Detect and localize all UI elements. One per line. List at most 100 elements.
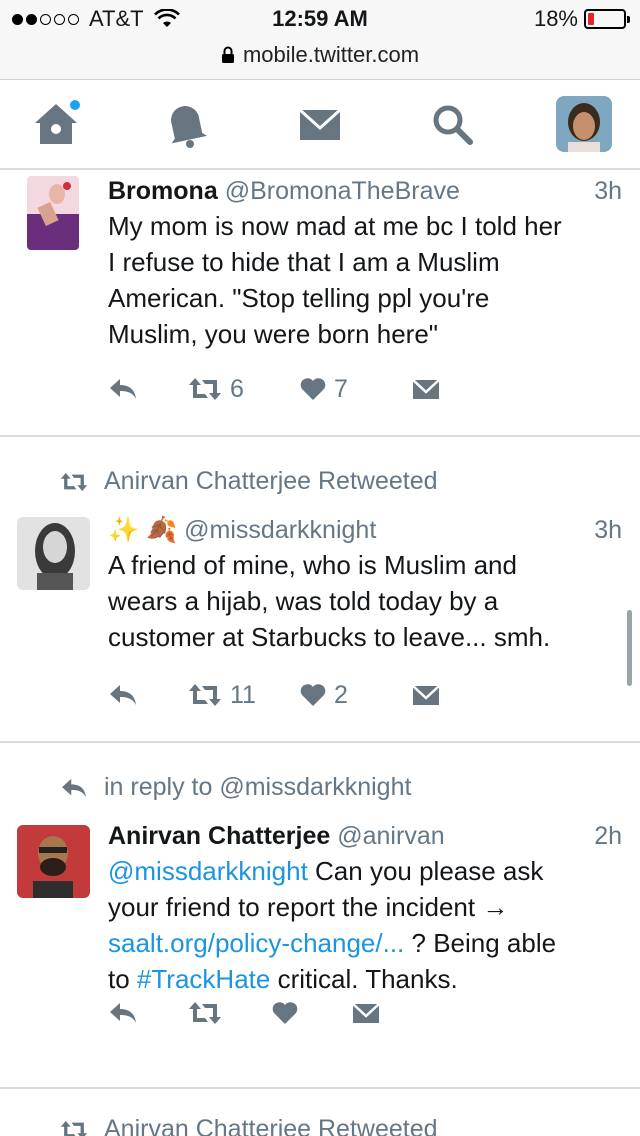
envelope-icon	[412, 379, 440, 399]
nav-notifications[interactable]	[158, 96, 214, 152]
nav-messages[interactable]	[292, 96, 348, 152]
tweet-timestamp[interactable]: 3h	[594, 513, 622, 547]
heart-icon	[300, 684, 326, 706]
tweet-fullname[interactable]: ✨ 🍂	[108, 516, 177, 544]
tweet[interactable]: Anirvan Chatterjee Retweeted ✨ 🍂 @missda…	[0, 437, 640, 743]
top-nav	[0, 80, 640, 170]
tweet-text-line: I refuse to hide that I am a Muslim	[108, 247, 500, 277]
tweet[interactable]: Bromona @BromonaTheBrave 3h My mom is no…	[0, 170, 640, 437]
tweet-text-line: My mom is now mad at me bc I told her	[108, 211, 562, 241]
status-bar: AT&T 12:59 AM 18% mobile.twitter.com	[0, 0, 640, 80]
battery-icon	[584, 9, 630, 29]
search-icon	[433, 105, 473, 145]
reply-icon	[110, 1003, 136, 1023]
tweet-text-line: to #TrackHate critical. Thanks.	[108, 961, 622, 997]
tweet-text-line: A friend of mine, who is Muslim and	[108, 550, 517, 580]
tweet-actions: 11 2	[108, 675, 440, 715]
tweet-header: Bromona @BromonaTheBrave 3h	[108, 174, 622, 208]
retweet-context-text[interactable]: Anirvan Chatterjee Retweeted	[104, 467, 438, 496]
bell-icon	[171, 106, 207, 148]
tweet-context: in reply to @missdarkknight	[60, 773, 411, 802]
nav-profile[interactable]	[556, 96, 612, 152]
retweet-icon	[189, 1002, 221, 1024]
tweet-context: Anirvan Chatterjee Retweeted	[60, 1115, 438, 1136]
avatar[interactable]	[17, 517, 90, 590]
tweet-text-line: customer at Starbucks to leave... smh.	[108, 622, 551, 652]
avatar	[556, 96, 612, 152]
direct-message-button[interactable]	[412, 684, 440, 706]
retweet-icon	[189, 684, 221, 706]
retweet-icon	[60, 1120, 88, 1136]
tweet-fullname[interactable]: Anirvan Chatterjee	[108, 822, 330, 850]
lock-icon	[221, 46, 234, 63]
timeline: Bromona @BromonaTheBrave 3h My mom is no…	[0, 170, 640, 1136]
scrollbar[interactable]	[627, 610, 632, 686]
tweet-text: My mom is now mad at me bc I told her I …	[108, 208, 622, 352]
tweet-timestamp[interactable]: 2h	[594, 819, 622, 853]
nav-home[interactable]	[28, 96, 84, 152]
like-button[interactable]	[272, 1001, 352, 1025]
like-count: 2	[334, 680, 348, 709]
battery-percent: 18%	[533, 6, 578, 31]
tweet-username[interactable]: @anirvan	[337, 822, 444, 850]
like-button[interactable]: 2	[300, 681, 412, 710]
reply-button[interactable]	[108, 1001, 188, 1025]
heart-icon	[272, 1002, 298, 1024]
retweet-count: 6	[230, 374, 244, 403]
direct-message-button[interactable]	[412, 378, 440, 400]
tweet-username[interactable]: @missdarkknight	[184, 516, 376, 544]
tweet-text-fragment: Can you please ask	[307, 856, 544, 886]
avatar[interactable]	[17, 825, 90, 898]
tweet-actions	[108, 993, 380, 1033]
like-count: 7	[334, 374, 348, 403]
retweet-icon	[60, 472, 88, 491]
heart-icon	[300, 378, 326, 400]
battery-status: 18%	[533, 6, 630, 32]
tweet-text-line: saalt.org/policy-change/... ? Being able	[108, 925, 622, 961]
url-text: mobile.twitter.com	[242, 42, 420, 67]
tweet-header: ✨ 🍂 @missdarkknight 3h	[108, 513, 622, 547]
reply-context-text[interactable]: in reply to @missdarkknight	[104, 773, 411, 802]
tweet[interactable]: Anirvan Chatterjee Retweeted	[0, 1089, 640, 1136]
tweet-timestamp[interactable]: 3h	[594, 174, 622, 208]
direct-message-button[interactable]	[352, 1002, 380, 1024]
envelope-icon	[352, 1003, 380, 1023]
retweet-button[interactable]: 11	[188, 681, 300, 710]
url-link[interactable]: saalt.org/policy-change/...	[108, 928, 404, 958]
retweet-count: 11	[230, 680, 256, 709]
retweet-button[interactable]: 6	[188, 375, 300, 404]
tweet-text-line: Muslim, you were born here"	[108, 319, 439, 349]
tweet-text: @missdarkknight Can you please ask your …	[108, 853, 622, 997]
reply-icon	[110, 379, 136, 399]
url-bar[interactable]: mobile.twitter.com	[0, 42, 640, 68]
tweet-context: Anirvan Chatterjee Retweeted	[60, 467, 438, 496]
envelope-icon	[412, 685, 440, 705]
tweet-text-fragment: to	[108, 964, 137, 994]
tweet[interactable]: in reply to @missdarkknight Anirvan Chat…	[0, 743, 640, 1089]
tweet-text-fragment: critical. Thanks.	[270, 964, 458, 994]
tweet-actions: 6 7	[108, 369, 440, 409]
notification-dot	[70, 100, 80, 110]
tweet-text: A friend of mine, who is Muslim and wear…	[108, 547, 622, 655]
reply-icon	[62, 778, 86, 797]
tweet-text-fragment: ? Being able	[404, 928, 557, 958]
hashtag-link[interactable]: #TrackHate	[137, 964, 270, 994]
tweet-text-line: American. "Stop telling ppl you're	[108, 283, 490, 313]
tweet-text-line: @missdarkknight Can you please ask	[108, 853, 622, 889]
retweet-context-text[interactable]: Anirvan Chatterjee Retweeted	[104, 1115, 438, 1136]
tweet-header: Anirvan Chatterjee @anirvan 2h	[108, 819, 622, 853]
like-button[interactable]: 7	[300, 375, 412, 404]
reply-button[interactable]	[108, 683, 188, 707]
tweet-text-line: wears a hijab, was told today by a	[108, 586, 499, 616]
reply-button[interactable]	[108, 377, 188, 401]
retweet-icon	[189, 378, 221, 400]
reply-icon	[110, 685, 136, 705]
tweet-fullname[interactable]: Bromona	[108, 177, 218, 205]
avatar[interactable]	[27, 176, 79, 250]
mention-link[interactable]: @missdarkknight	[108, 856, 308, 886]
retweet-button[interactable]	[188, 1000, 272, 1026]
nav-search[interactable]	[424, 96, 480, 152]
tweet-username[interactable]: @BromonaTheBrave	[225, 177, 460, 205]
envelope-icon	[298, 108, 342, 140]
tweet-text-line: your friend to report the incident →	[108, 892, 509, 922]
